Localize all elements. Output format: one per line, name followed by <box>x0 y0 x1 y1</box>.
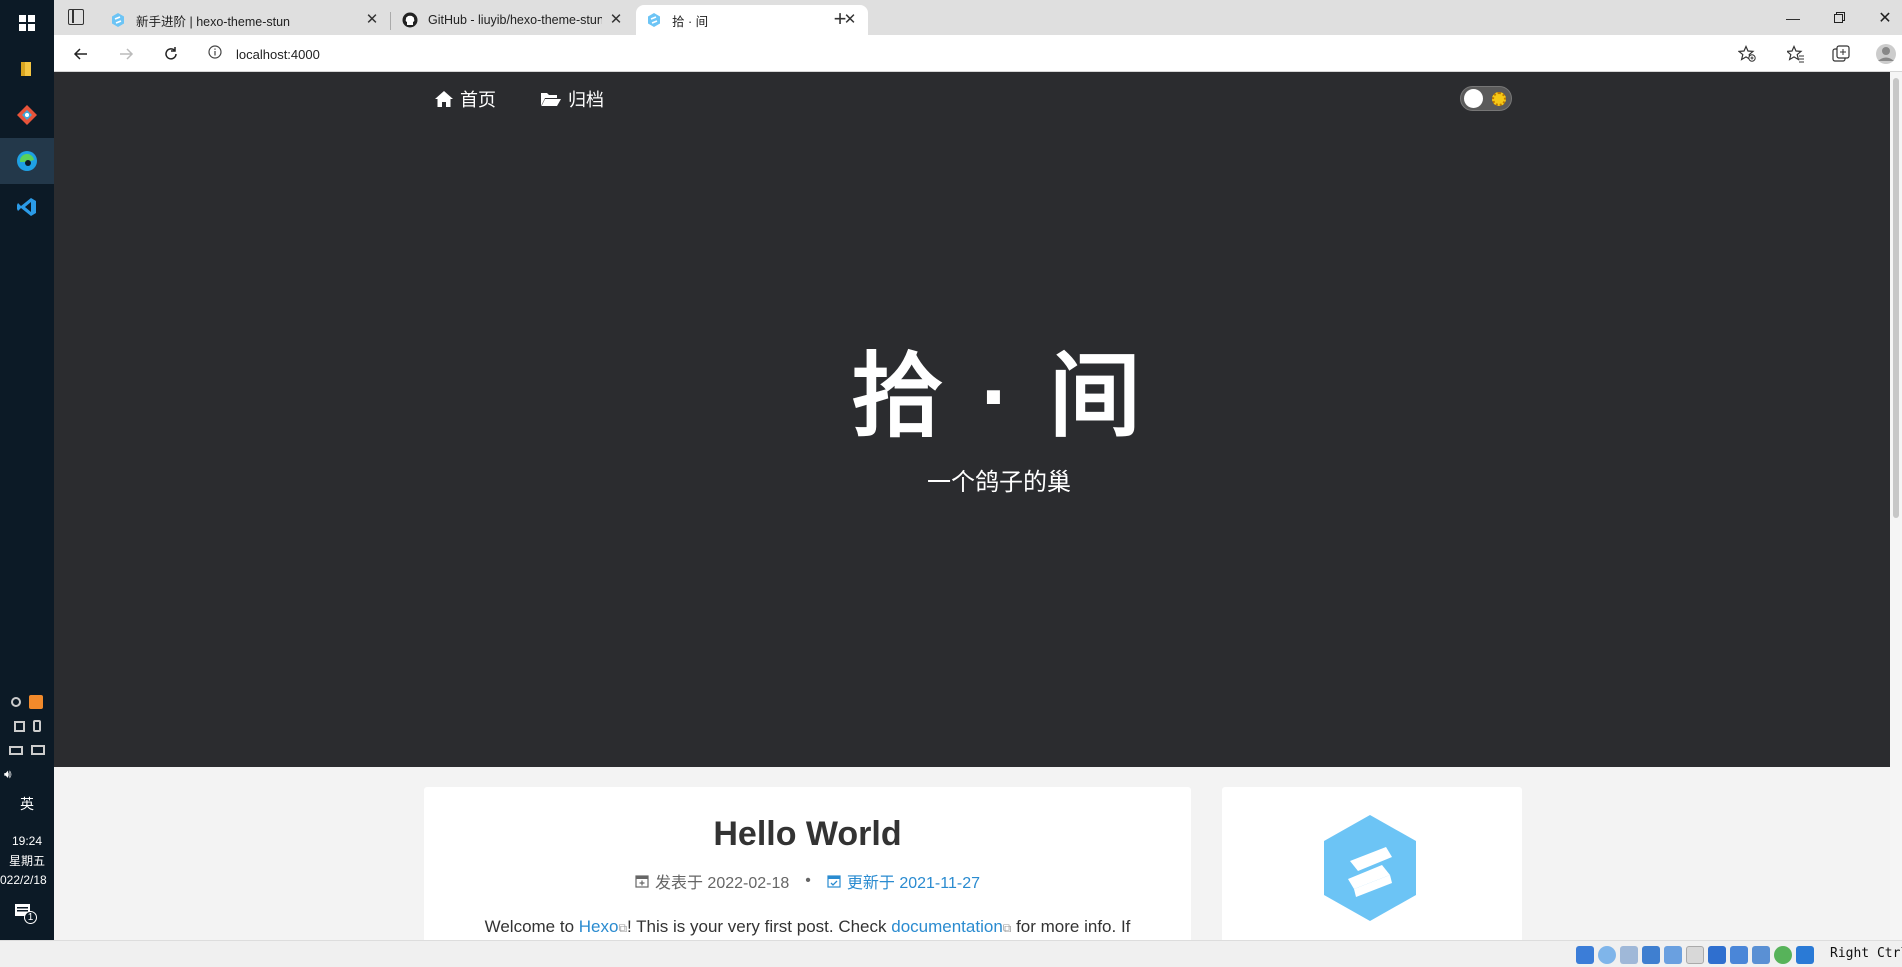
audio-icon[interactable] <box>1620 946 1638 964</box>
folder-open-icon <box>541 93 561 106</box>
forward-button[interactable] <box>109 39 143 69</box>
page-viewport: 首页 归档 拾 · 间 一个鸽子的巢 Hello World 发表于 2022-… <box>54 72 1890 940</box>
back-button[interactable] <box>64 39 98 69</box>
omnibox[interactable]: localhost:4000 <box>196 39 1768 69</box>
clock-time[interactable]: 19:24 <box>0 834 54 848</box>
display-icon[interactable] <box>1708 946 1726 964</box>
close-tab-icon[interactable]: ✕ <box>608 12 624 28</box>
address-bar: localhost:4000 ··· <box>54 35 1902 72</box>
close-window-button[interactable]: ✕ <box>1862 0 1902 35</box>
tab-separator <box>390 12 391 30</box>
home-icon <box>435 91 453 107</box>
site-title: 拾 · 间 <box>851 346 1147 448</box>
git-icon[interactable] <box>0 92 54 138</box>
post-card: Hello World 发表于 2022-02-18 • 更新于 2021-11… <box>424 787 1191 940</box>
system-tray: 🔊︎ 英 19:24 星期五 022/2/18 1 <box>0 690 54 925</box>
hdd-icon[interactable] <box>1576 946 1594 964</box>
clock-weekday: 星期五 <box>8 854 45 868</box>
display-tray-icon[interactable] <box>31 745 45 755</box>
network-icon[interactable] <box>1642 946 1660 964</box>
post-published: 发表于 2022-02-18 <box>654 875 790 892</box>
site-info-icon[interactable] <box>208 44 222 64</box>
tab-actions-icon[interactable] <box>68 9 84 25</box>
external-link-icon: ⧉ <box>618 921 628 935</box>
package-tray-icon[interactable] <box>13 720 25 732</box>
minimize-button[interactable]: — <box>1770 0 1816 35</box>
mouse-integration-icon[interactable] <box>1796 946 1814 964</box>
github-icon <box>402 12 418 28</box>
guest-additions-icon[interactable] <box>1774 946 1792 964</box>
nav-home[interactable]: 首页 <box>434 86 496 112</box>
processor-icon[interactable] <box>1752 946 1770 964</box>
refresh-button[interactable] <box>154 39 188 69</box>
notification-count: 1 <box>24 911 37 924</box>
favorites-icon[interactable] <box>1784 42 1808 66</box>
ime-indicator[interactable]: 英 <box>0 794 54 814</box>
start-icon[interactable] <box>0 0 54 46</box>
stun-logo-icon <box>1324 815 1416 921</box>
tab-github[interactable]: GitHub - liuyib/hexo-theme-stun ✕ <box>392 5 634 35</box>
optical-drive-icon[interactable] <box>1598 946 1616 964</box>
tab-strip: 新手进阶 | hexo-theme-stun ✕ GitHub - liuyib… <box>54 0 1902 35</box>
tab-stun-docs[interactable]: 新手进阶 | hexo-theme-stun ✕ <box>100 5 390 35</box>
windows-taskbar: 🔊︎ 英 19:24 星期五 022/2/18 1 <box>0 0 54 940</box>
calendar-plus-icon <box>635 875 649 888</box>
post-excerpt: Welcome to Hexo⧉! This is your very firs… <box>424 917 1191 937</box>
dark-mode-toggle[interactable] <box>1460 86 1512 111</box>
profile-avatar[interactable] <box>1874 42 1898 66</box>
edge-icon[interactable] <box>0 138 54 184</box>
nav-archive-label: 归档 <box>568 90 604 110</box>
hero-header: 首页 归档 拾 · 间 一个鸽子的巢 <box>54 72 1890 767</box>
usb-tray-icon[interactable] <box>32 720 41 732</box>
post-meta: 发表于 2022-02-18 • 更新于 2021-11-27 <box>424 869 1191 893</box>
toggle-knob <box>1464 89 1483 108</box>
file-explorer-icon[interactable] <box>0 46 54 92</box>
vscode-icon[interactable] <box>0 184 54 230</box>
usb-icon[interactable] <box>1664 946 1682 964</box>
calendar-check-icon <box>827 875 841 888</box>
tab-title: 拾 · 间 <box>672 14 709 29</box>
meta-separator: • <box>805 872 811 889</box>
search-tray-icon[interactable] <box>11 697 21 707</box>
close-tab-icon[interactable]: ✕ <box>364 12 380 28</box>
video-capture-icon[interactable] <box>1730 946 1748 964</box>
app-tray-icon[interactable] <box>29 695 43 709</box>
vm-status-bar: Right Ctrl <box>0 940 1902 967</box>
site-nav: 首页 归档 <box>434 86 604 112</box>
collections-icon[interactable] <box>1829 42 1853 66</box>
shared-folders-icon[interactable] <box>1686 946 1704 964</box>
battery-tray-icon[interactable] <box>9 745 23 755</box>
excerpt-text: for more info. If <box>1011 917 1131 936</box>
clock-date: 022/2/18 <box>0 873 47 887</box>
add-favorite-icon[interactable] <box>1737 45 1756 68</box>
tab-title: 新手进阶 | hexo-theme-stun <box>136 14 290 29</box>
nav-home-label: 首页 <box>460 90 496 110</box>
post-updated: 更新于 2021-11-27 <box>846 875 980 892</box>
excerpt-text: Welcome to <box>484 917 579 936</box>
volume-icon[interactable]: 🔊︎ <box>4 767 12 782</box>
vm-device-icons <box>1576 946 1814 964</box>
excerpt-text: ! This is your very first post. Check <box>627 917 892 936</box>
nav-archive[interactable]: 归档 <box>540 86 604 112</box>
stun-icon <box>646 12 662 28</box>
sun-icon <box>1492 92 1506 106</box>
stun-icon <box>110 12 126 28</box>
browser-window: 新手进阶 | hexo-theme-stun ✕ GitHub - liuyib… <box>54 0 1902 940</box>
url-text[interactable]: localhost:4000 <box>236 47 320 62</box>
notification-icon[interactable]: 1 <box>0 903 54 925</box>
new-tab-button[interactable]: + <box>826 6 854 34</box>
documentation-link[interactable]: documentation <box>891 917 1003 936</box>
hexo-link[interactable]: Hexo <box>579 917 619 936</box>
host-key-label: Right Ctrl <box>1830 946 1902 961</box>
sidebar-author-card <box>1222 787 1522 940</box>
scrollbar-thumb[interactable] <box>1893 78 1899 518</box>
post-title[interactable]: Hello World <box>424 815 1191 854</box>
tab-title: GitHub - liuyib/hexo-theme-stun <box>428 13 602 27</box>
restore-button[interactable] <box>1816 0 1862 35</box>
site-subtitle: 一个鸽子的巢 <box>927 469 1071 496</box>
page-scrollbar[interactable] <box>1890 72 1902 940</box>
